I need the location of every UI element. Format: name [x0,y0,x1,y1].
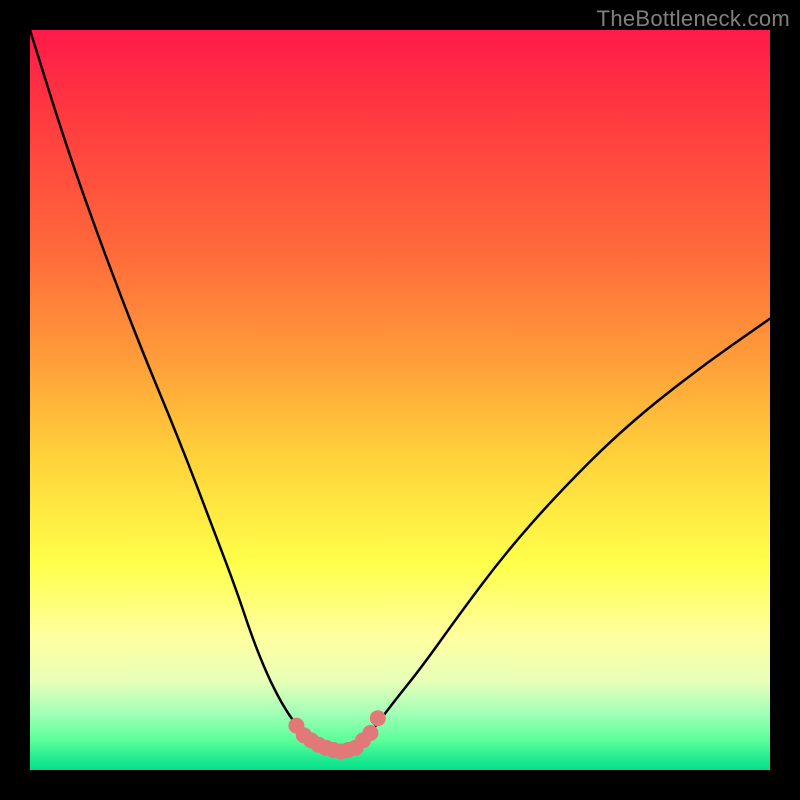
plot-area [30,30,770,770]
marker-dot [370,710,386,726]
line-series-curve [30,30,770,751]
watermark-text: TheBottleneck.com [597,6,790,32]
marker-dot [362,725,378,741]
chart-svg [30,30,770,770]
marker-group [288,710,385,759]
chart-frame: TheBottleneck.com [0,0,800,800]
